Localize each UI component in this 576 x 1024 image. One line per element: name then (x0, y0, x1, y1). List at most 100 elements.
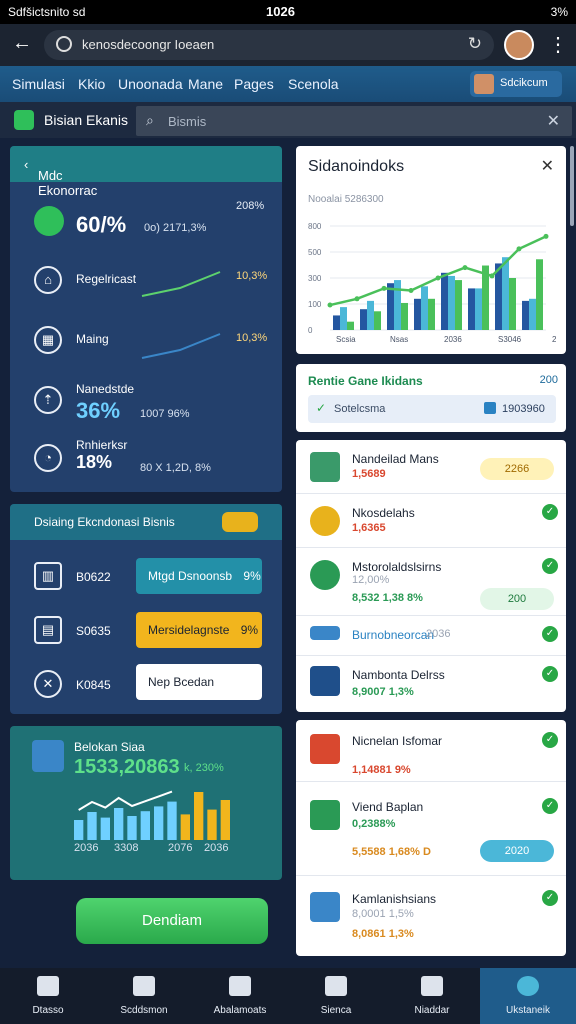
tab-tools[interactable]: Niaddar (384, 968, 480, 1024)
tab-folder[interactable]: Scddsmon (96, 968, 192, 1024)
item-title: Nambonta Delrss (352, 668, 445, 682)
check-icon: ✓ (542, 558, 558, 574)
item-sub2: 8,0861 1,3% (352, 928, 414, 940)
status-time: 1026 (266, 4, 295, 19)
list-item[interactable]: Nicnelan Isfomar 1,14881 9% ✓ (296, 720, 566, 782)
url-field[interactable]: kenosdecoongr Ioeaen ↻ (44, 30, 494, 60)
tab-service[interactable]: Sienca (288, 968, 384, 1024)
tools-icon: ✕ (34, 670, 62, 698)
bar-label: 2076 (168, 842, 193, 854)
badge-icon (484, 402, 496, 414)
row-label: Nanedstde (76, 382, 135, 396)
notification-icon (325, 976, 347, 996)
summary-bar (114, 808, 124, 840)
check-icon (310, 800, 340, 830)
x-tick-label: 2036 (444, 335, 462, 344)
chart-title: Sidanoindoks (308, 158, 405, 175)
gauge-icon: ◔ (34, 444, 62, 472)
item-chip[interactable]: 2020 (480, 840, 554, 862)
summary-chart (74, 790, 230, 840)
summary-bar (127, 816, 137, 840)
nav-simulasi[interactable]: Simulasi (12, 76, 65, 92)
row-value: 36% (76, 398, 121, 423)
list-item[interactable]: Mstorolaldslsirns 12,00% 8,532 1,38 8% ✓… (296, 548, 566, 616)
list-item[interactable]: Burnobneorcan 2036 ✓ (296, 616, 566, 656)
chart-bar (509, 278, 516, 330)
panel-header[interactable]: ‹ Mdc Ekonorrac (10, 146, 282, 198)
row-label: Regelricast (76, 272, 137, 286)
list-item[interactable]: Nkosdelahs 1,6365 ✓ (296, 494, 566, 548)
bar-label: 3308 (114, 842, 139, 854)
reload-icon[interactable]: ↻ (468, 34, 482, 54)
list-item[interactable]: Nandeilad Mans 1,5689 2266 (296, 440, 566, 494)
user-menu[interactable]: Sdcikcum (470, 71, 562, 97)
status-left: Sdfšictsnito sd (8, 5, 86, 19)
search-input[interactable]: ⌕ Bismis ✕ (136, 106, 572, 136)
y-tick-label: 300 (308, 274, 322, 283)
bottom-tab-bar: Dtasso Scddsmon Abalamoats Sienca Niadda… (0, 968, 576, 1024)
nav-scenola[interactable]: Scenola (288, 76, 339, 92)
item-chip[interactable]: 2266 (480, 458, 554, 480)
chart-bar (475, 288, 482, 330)
briefcase-icon (229, 976, 251, 996)
dollar-icon (310, 560, 340, 590)
url-text[interactable]: kenosdecoongr Ioeaen (82, 37, 214, 52)
row-value: 18% (76, 452, 113, 472)
chart-bar (421, 286, 428, 330)
line-point (462, 265, 468, 271)
chart-bar (360, 309, 367, 330)
summary-bar (194, 792, 204, 840)
item-sub: 0,2388% (352, 818, 396, 830)
y-tick-label: 800 (308, 222, 322, 231)
check-icon: ✓ (542, 504, 558, 520)
tab-home[interactable]: Dtasso (0, 968, 96, 1024)
building-icon (310, 452, 340, 482)
tab-analytics[interactable]: Abalamoats (192, 968, 288, 1024)
trend-sparkline (141, 333, 221, 359)
status-bar: Sdfšictsnito sd 1026 3% (0, 0, 576, 24)
tab-account[interactable]: Ukstaneik (480, 968, 576, 1024)
line-point (354, 296, 360, 302)
status-pill[interactable]: Nep Bcedan (136, 664, 262, 700)
list-item[interactable]: Nambonta Delrss 8,9007 1,3% ✓ (296, 656, 566, 712)
check-icon: ✓ (542, 798, 558, 814)
line-point (516, 246, 522, 252)
clear-search-icon[interactable]: ✕ (547, 111, 560, 131)
close-icon[interactable]: ✕ (541, 156, 554, 176)
more-icon[interactable]: ⋮ (548, 32, 568, 57)
check-icon: ✓ (316, 401, 327, 415)
line-point (543, 233, 549, 239)
check-icon: ✓ (542, 890, 558, 906)
scrollbar[interactable] (570, 146, 574, 226)
nav-mane[interactable]: Mane (188, 76, 223, 92)
toggle-switch[interactable] (222, 512, 258, 532)
x-tick-label: Scsia (336, 335, 356, 344)
item-title: Burnobneorcan (352, 628, 435, 642)
chart-bar (340, 307, 347, 330)
item-sub: 8,9007 1,3% (352, 686, 414, 698)
bar-line-chart: 800 500 300 100 0 Scsia Nsas 2036 S3046 2036 (308, 222, 556, 344)
x-tick-label: 2036 (552, 335, 556, 344)
info-icon[interactable] (56, 36, 72, 52)
nav-pages[interactable]: Pages (234, 76, 274, 92)
item-title: Nandeilad Mans (352, 452, 439, 466)
metric-pct: 208% (236, 200, 265, 212)
back-icon[interactable]: ← (12, 32, 32, 55)
status-pill[interactable]: Mersidelagnste 9% (136, 612, 262, 648)
nav-kkio[interactable]: Kkio (78, 76, 105, 92)
summary-bar (180, 814, 190, 840)
bar-label: 2036 (74, 842, 99, 854)
item-chip[interactable]: 200 (480, 588, 554, 610)
list-item[interactable]: Kamlanishsians 8,0001 1,5% 8,0861 1,3% ✓ (296, 876, 566, 956)
summary-bar (87, 812, 97, 840)
list-card: Nicnelan Isfomar 1,14881 9% ✓ Viend Bapl… (296, 720, 566, 956)
nav-unoonada[interactable]: Unoonada (118, 76, 183, 92)
user-name: Sdcikcum (500, 77, 548, 89)
income-item[interactable]: ✓ Sotelcsma 1903960 (308, 395, 556, 423)
item-title: Nkosdelahs (352, 506, 415, 520)
list-item[interactable]: Viend Baplan 0,2388% 5,5588 1,68% D ✓ 20… (296, 782, 566, 876)
status-pill[interactable]: Mtgd Dsnoonsb 9% (136, 558, 262, 594)
item-sub: 12,00% (352, 574, 390, 586)
profile-avatar[interactable] (504, 30, 534, 60)
primary-button[interactable]: Dendiam (76, 898, 268, 944)
